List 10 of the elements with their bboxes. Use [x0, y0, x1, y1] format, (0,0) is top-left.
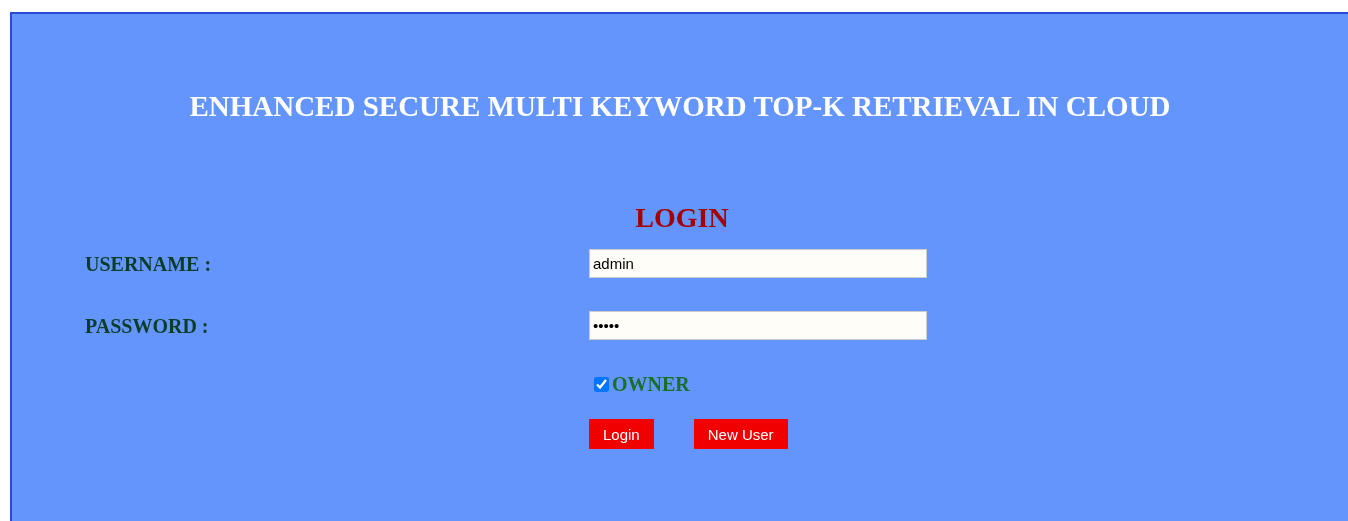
new-user-button[interactable]: New User: [693, 419, 788, 449]
field-label: PASSWORD :: [85, 314, 210, 339]
input-field[interactable]: admin: [589, 249, 927, 278]
checkbox-label: OWNER: [612, 373, 690, 395]
owner-checkbox[interactable]: [594, 377, 609, 392]
login-button[interactable]: Login: [589, 419, 654, 449]
page-title: ENHANCED SECURE MULTI KEYWORD TOP-K RETRIEVAL IN CLOUD: [188, 89, 1172, 124]
input-field[interactable]: •••••: [589, 311, 927, 340]
login-heading: LOGIN: [634, 201, 730, 235]
field-label: USERNAME :: [85, 252, 213, 277]
